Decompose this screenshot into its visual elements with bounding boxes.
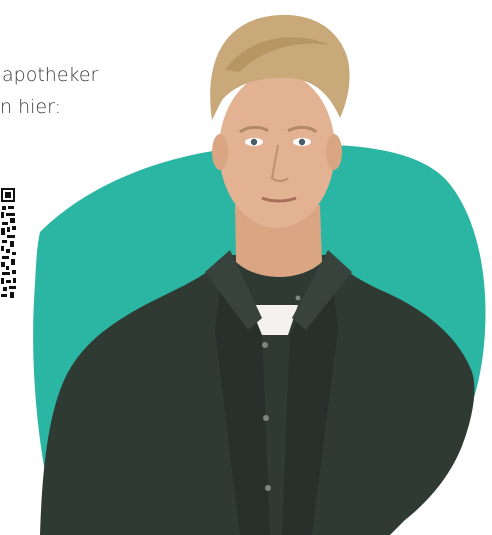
person-photo xyxy=(40,14,475,535)
